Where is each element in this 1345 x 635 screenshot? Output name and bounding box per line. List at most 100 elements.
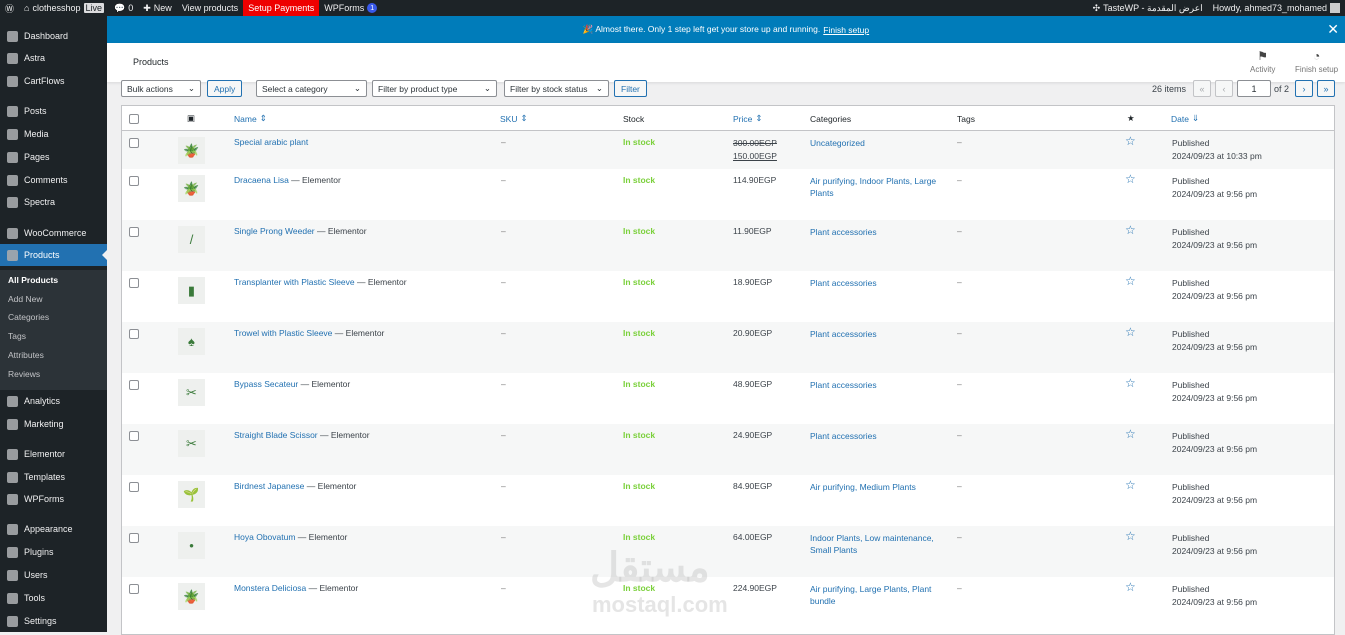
submenu-item-attributes[interactable]: Attributes bbox=[8, 350, 44, 360]
first-page-button[interactable]: « bbox=[1193, 80, 1211, 97]
sidebar-item-users[interactable]: Users bbox=[0, 564, 107, 586]
categories-link[interactable]: Plant accessories bbox=[810, 328, 945, 340]
sidebar-item-astra[interactable]: Astra bbox=[0, 47, 107, 69]
site-name-link[interactable]: ⌂ clothesshop Live bbox=[19, 0, 109, 16]
column-name[interactable]: Name ⇕ bbox=[234, 106, 267, 131]
category-select[interactable]: Select a category ⌄ bbox=[256, 80, 367, 97]
featured-star-icon[interactable]: ☆ bbox=[1125, 325, 1136, 339]
submenu-item-tags[interactable]: Tags bbox=[8, 331, 26, 341]
row-checkbox[interactable] bbox=[129, 329, 139, 339]
categories-link[interactable]: Plant accessories bbox=[810, 226, 945, 238]
sidebar-item-products[interactable]: Products bbox=[0, 244, 107, 266]
row-checkbox[interactable] bbox=[129, 138, 139, 148]
column-price[interactable]: Price ⇕ bbox=[733, 106, 763, 131]
product-name-link[interactable]: Bypass Secateur bbox=[234, 379, 298, 389]
product-thumbnail[interactable]: ♠ bbox=[178, 328, 205, 355]
sidebar-item-settings[interactable]: Settings bbox=[0, 610, 107, 632]
categories-link[interactable]: Air purifying, Indoor Plants, Large Plan… bbox=[810, 175, 945, 199]
product-thumbnail[interactable]: ✂ bbox=[178, 379, 205, 406]
categories-link[interactable]: Air purifying, Large Plants, Plant bundl… bbox=[810, 583, 945, 607]
row-checkbox[interactable] bbox=[129, 278, 139, 288]
sidebar-item-media[interactable]: Media bbox=[0, 123, 107, 145]
sidebar-item-appearance[interactable]: Appearance bbox=[0, 518, 107, 540]
sidebar-item-tools[interactable]: Tools bbox=[0, 587, 107, 609]
comments-link[interactable]: 💬 0 bbox=[109, 0, 138, 16]
categories-link[interactable]: Air purifying, Medium Plants bbox=[810, 481, 945, 493]
activity-button[interactable]: ⚑ Activity bbox=[1250, 49, 1275, 74]
featured-star-icon[interactable]: ☆ bbox=[1125, 529, 1136, 543]
filter-button[interactable]: Filter bbox=[614, 80, 647, 97]
product-thumbnail[interactable]: 🪴 bbox=[178, 137, 205, 164]
sidebar-item-posts[interactable]: Posts bbox=[0, 100, 107, 122]
view-products-link[interactable]: View products bbox=[177, 0, 243, 16]
product-name-link[interactable]: Transplanter with Plastic Sleeve bbox=[234, 277, 355, 287]
row-checkbox[interactable] bbox=[129, 533, 139, 543]
product-thumbnail[interactable]: ✂ bbox=[178, 430, 205, 457]
wpforms-link[interactable]: WPForms 1 bbox=[319, 0, 382, 16]
product-name-link[interactable]: Straight Blade Scissor bbox=[234, 430, 318, 440]
featured-star-icon[interactable]: ☆ bbox=[1125, 427, 1136, 441]
sidebar-item-woocommerce[interactable]: WooCommerce bbox=[0, 222, 107, 244]
product-name-link[interactable]: Special arabic plant bbox=[234, 137, 308, 147]
sidebar-item-dashboard[interactable]: Dashboard bbox=[0, 25, 107, 47]
sidebar-item-templates[interactable]: Templates bbox=[0, 466, 107, 488]
next-page-button[interactable]: › bbox=[1295, 80, 1313, 97]
categories-link[interactable]: Uncategorized bbox=[810, 137, 945, 149]
submenu-item-add-new[interactable]: Add New bbox=[8, 294, 43, 304]
product-name-link[interactable]: Trowel with Plastic Sleeve bbox=[234, 328, 332, 338]
featured-star-icon[interactable]: ☆ bbox=[1125, 478, 1136, 492]
featured-star-icon[interactable]: ☆ bbox=[1125, 223, 1136, 237]
product-thumbnail[interactable]: • bbox=[178, 532, 205, 559]
row-checkbox[interactable] bbox=[129, 482, 139, 492]
account-link[interactable]: Howdy, ahmed73_mohamed bbox=[1208, 0, 1345, 16]
finish-setup-button[interactable]: ◔ Finish setup bbox=[1295, 49, 1338, 74]
close-icon[interactable]: ✕ bbox=[1327, 21, 1339, 38]
sidebar-item-pages[interactable]: Pages bbox=[0, 146, 107, 168]
sidebar-item-marketing[interactable]: Marketing bbox=[0, 413, 107, 435]
featured-star-icon[interactable]: ☆ bbox=[1125, 580, 1136, 594]
select-all-checkbox[interactable] bbox=[129, 113, 139, 124]
sidebar-item-analytics[interactable]: Analytics bbox=[0, 390, 107, 412]
product-name-link[interactable]: Hoya Obovatum bbox=[234, 532, 295, 542]
featured-star-icon[interactable]: ☆ bbox=[1125, 274, 1136, 288]
product-thumbnail[interactable]: 🌱 bbox=[178, 481, 205, 508]
row-checkbox[interactable] bbox=[129, 584, 139, 594]
submenu-item-categories[interactable]: Categories bbox=[8, 312, 49, 322]
sidebar-item-wpforms[interactable]: WPForms bbox=[0, 488, 107, 510]
product-name-link[interactable]: Dracaena Lisa bbox=[234, 175, 289, 185]
row-checkbox[interactable] bbox=[129, 380, 139, 390]
current-page-input[interactable]: 1 bbox=[1237, 80, 1271, 97]
apply-button[interactable]: Apply bbox=[207, 80, 243, 97]
product-thumbnail[interactable]: 🪴 bbox=[178, 175, 205, 202]
column-date[interactable]: Date ⇓ bbox=[1171, 106, 1199, 131]
row-checkbox[interactable] bbox=[129, 431, 139, 441]
sidebar-item-spectra[interactable]: Spectra bbox=[0, 191, 107, 213]
product-name-link[interactable]: Monstera Deliciosa bbox=[234, 583, 306, 593]
categories-link[interactable]: Indoor Plants, Low maintenance, Small Pl… bbox=[810, 532, 945, 556]
bulk-actions-select[interactable]: Bulk actions ⌄ bbox=[121, 80, 201, 97]
tastewp-link[interactable]: ✣ TasteWP - اعرض المقدمة bbox=[1088, 0, 1208, 16]
product-thumbnail[interactable]: 🪴 bbox=[178, 583, 205, 610]
setup-payments-link[interactable]: Setup Payments bbox=[243, 0, 320, 16]
product-type-select[interactable]: Filter by product type ⌄ bbox=[372, 80, 497, 97]
sidebar-item-plugins[interactable]: Plugins bbox=[0, 541, 107, 563]
new-link[interactable]: ✚ New bbox=[138, 0, 177, 16]
wordpress-logo-icon[interactable]: Ⓦ bbox=[0, 0, 19, 16]
submenu-item-all-products[interactable]: All Products bbox=[8, 275, 58, 285]
product-name-link[interactable]: Single Prong Weeder bbox=[234, 226, 315, 236]
sidebar-item-cartflows[interactable]: CartFlows bbox=[0, 70, 107, 92]
column-sku[interactable]: SKU ⇕ bbox=[500, 106, 528, 131]
last-page-button[interactable]: » bbox=[1317, 80, 1335, 97]
row-checkbox[interactable] bbox=[129, 176, 139, 186]
featured-star-icon[interactable]: ☆ bbox=[1125, 172, 1136, 186]
submenu-item-reviews[interactable]: Reviews bbox=[8, 369, 40, 379]
product-name-link[interactable]: Birdnest Japanese bbox=[234, 481, 304, 491]
featured-star-icon[interactable]: ☆ bbox=[1125, 376, 1136, 390]
categories-link[interactable]: Plant accessories bbox=[810, 277, 945, 289]
sidebar-item-comments[interactable]: Comments bbox=[0, 169, 107, 191]
featured-star-icon[interactable]: ☆ bbox=[1125, 134, 1136, 148]
row-checkbox[interactable] bbox=[129, 227, 139, 237]
stock-status-select[interactable]: Filter by stock status ⌄ bbox=[504, 80, 609, 97]
prev-page-button[interactable]: ‹ bbox=[1215, 80, 1233, 97]
sidebar-item-elementor[interactable]: Elementor bbox=[0, 443, 107, 465]
